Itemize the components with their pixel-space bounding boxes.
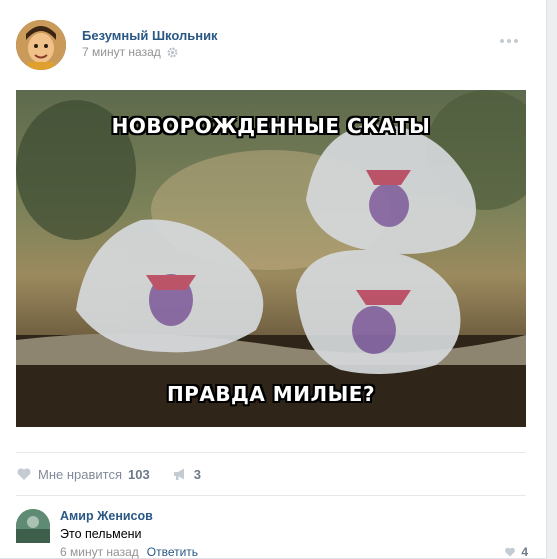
post-card: Безумный Школьник 7 минут назад НОВОРОЖД… xyxy=(0,0,547,559)
comments-divider xyxy=(16,495,526,496)
comment-meta: 6 минут назад Ответить xyxy=(60,545,198,559)
avatar-face-icon xyxy=(16,20,66,70)
like-button[interactable]: Мне нравится 103 xyxy=(16,466,150,482)
share-button[interactable]: 3 xyxy=(172,466,201,482)
actions-divider xyxy=(16,452,526,453)
heart-icon xyxy=(505,547,516,557)
comment-time[interactable]: 6 минут назад xyxy=(60,545,139,559)
comment-text: Это пельмени xyxy=(60,527,142,541)
more-options-icon[interactable] xyxy=(500,36,522,46)
megaphone-icon xyxy=(173,468,184,480)
author-avatar[interactable] xyxy=(16,20,66,70)
post-time[interactable]: 7 минут назад xyxy=(82,45,161,59)
reply-button[interactable]: Ответить xyxy=(147,545,198,559)
post-time-row: 7 минут назад xyxy=(82,45,178,59)
gear-icon[interactable] xyxy=(167,47,178,58)
meme-bottom-caption: ПРАВДА МИЛЫЕ? xyxy=(166,382,376,406)
comment-like-button[interactable]: 4 xyxy=(504,545,528,559)
comment-author-link[interactable]: Амир Женисов xyxy=(60,509,153,523)
commenter-avatar[interactable] xyxy=(16,509,50,543)
share-count: 3 xyxy=(193,466,201,482)
post-actions: Мне нравится 103 3 xyxy=(16,465,201,483)
meme-top-caption: НОВОРОЖДЕННЫЕ СКАТЫ xyxy=(111,114,431,138)
comment-like-count: 4 xyxy=(521,545,528,559)
like-label: Мне нравится xyxy=(38,466,123,482)
stingrays-photo-icon xyxy=(16,90,526,427)
post-header: Безумный Школьник 7 минут назад xyxy=(16,20,536,70)
like-count: 103 xyxy=(128,466,150,482)
post-author-link[interactable]: Безумный Школьник xyxy=(82,28,218,43)
heart-icon xyxy=(17,468,31,480)
comment-item: Амир Женисов Это пельмени 6 минут назад … xyxy=(16,506,536,559)
page-background-strip xyxy=(547,0,557,559)
post-image[interactable]: НОВОРОЖДЕННЫЕ СКАТЫ ПРАВДА МИЛЫЕ? xyxy=(16,90,526,427)
commenter-photo-icon xyxy=(16,509,50,543)
